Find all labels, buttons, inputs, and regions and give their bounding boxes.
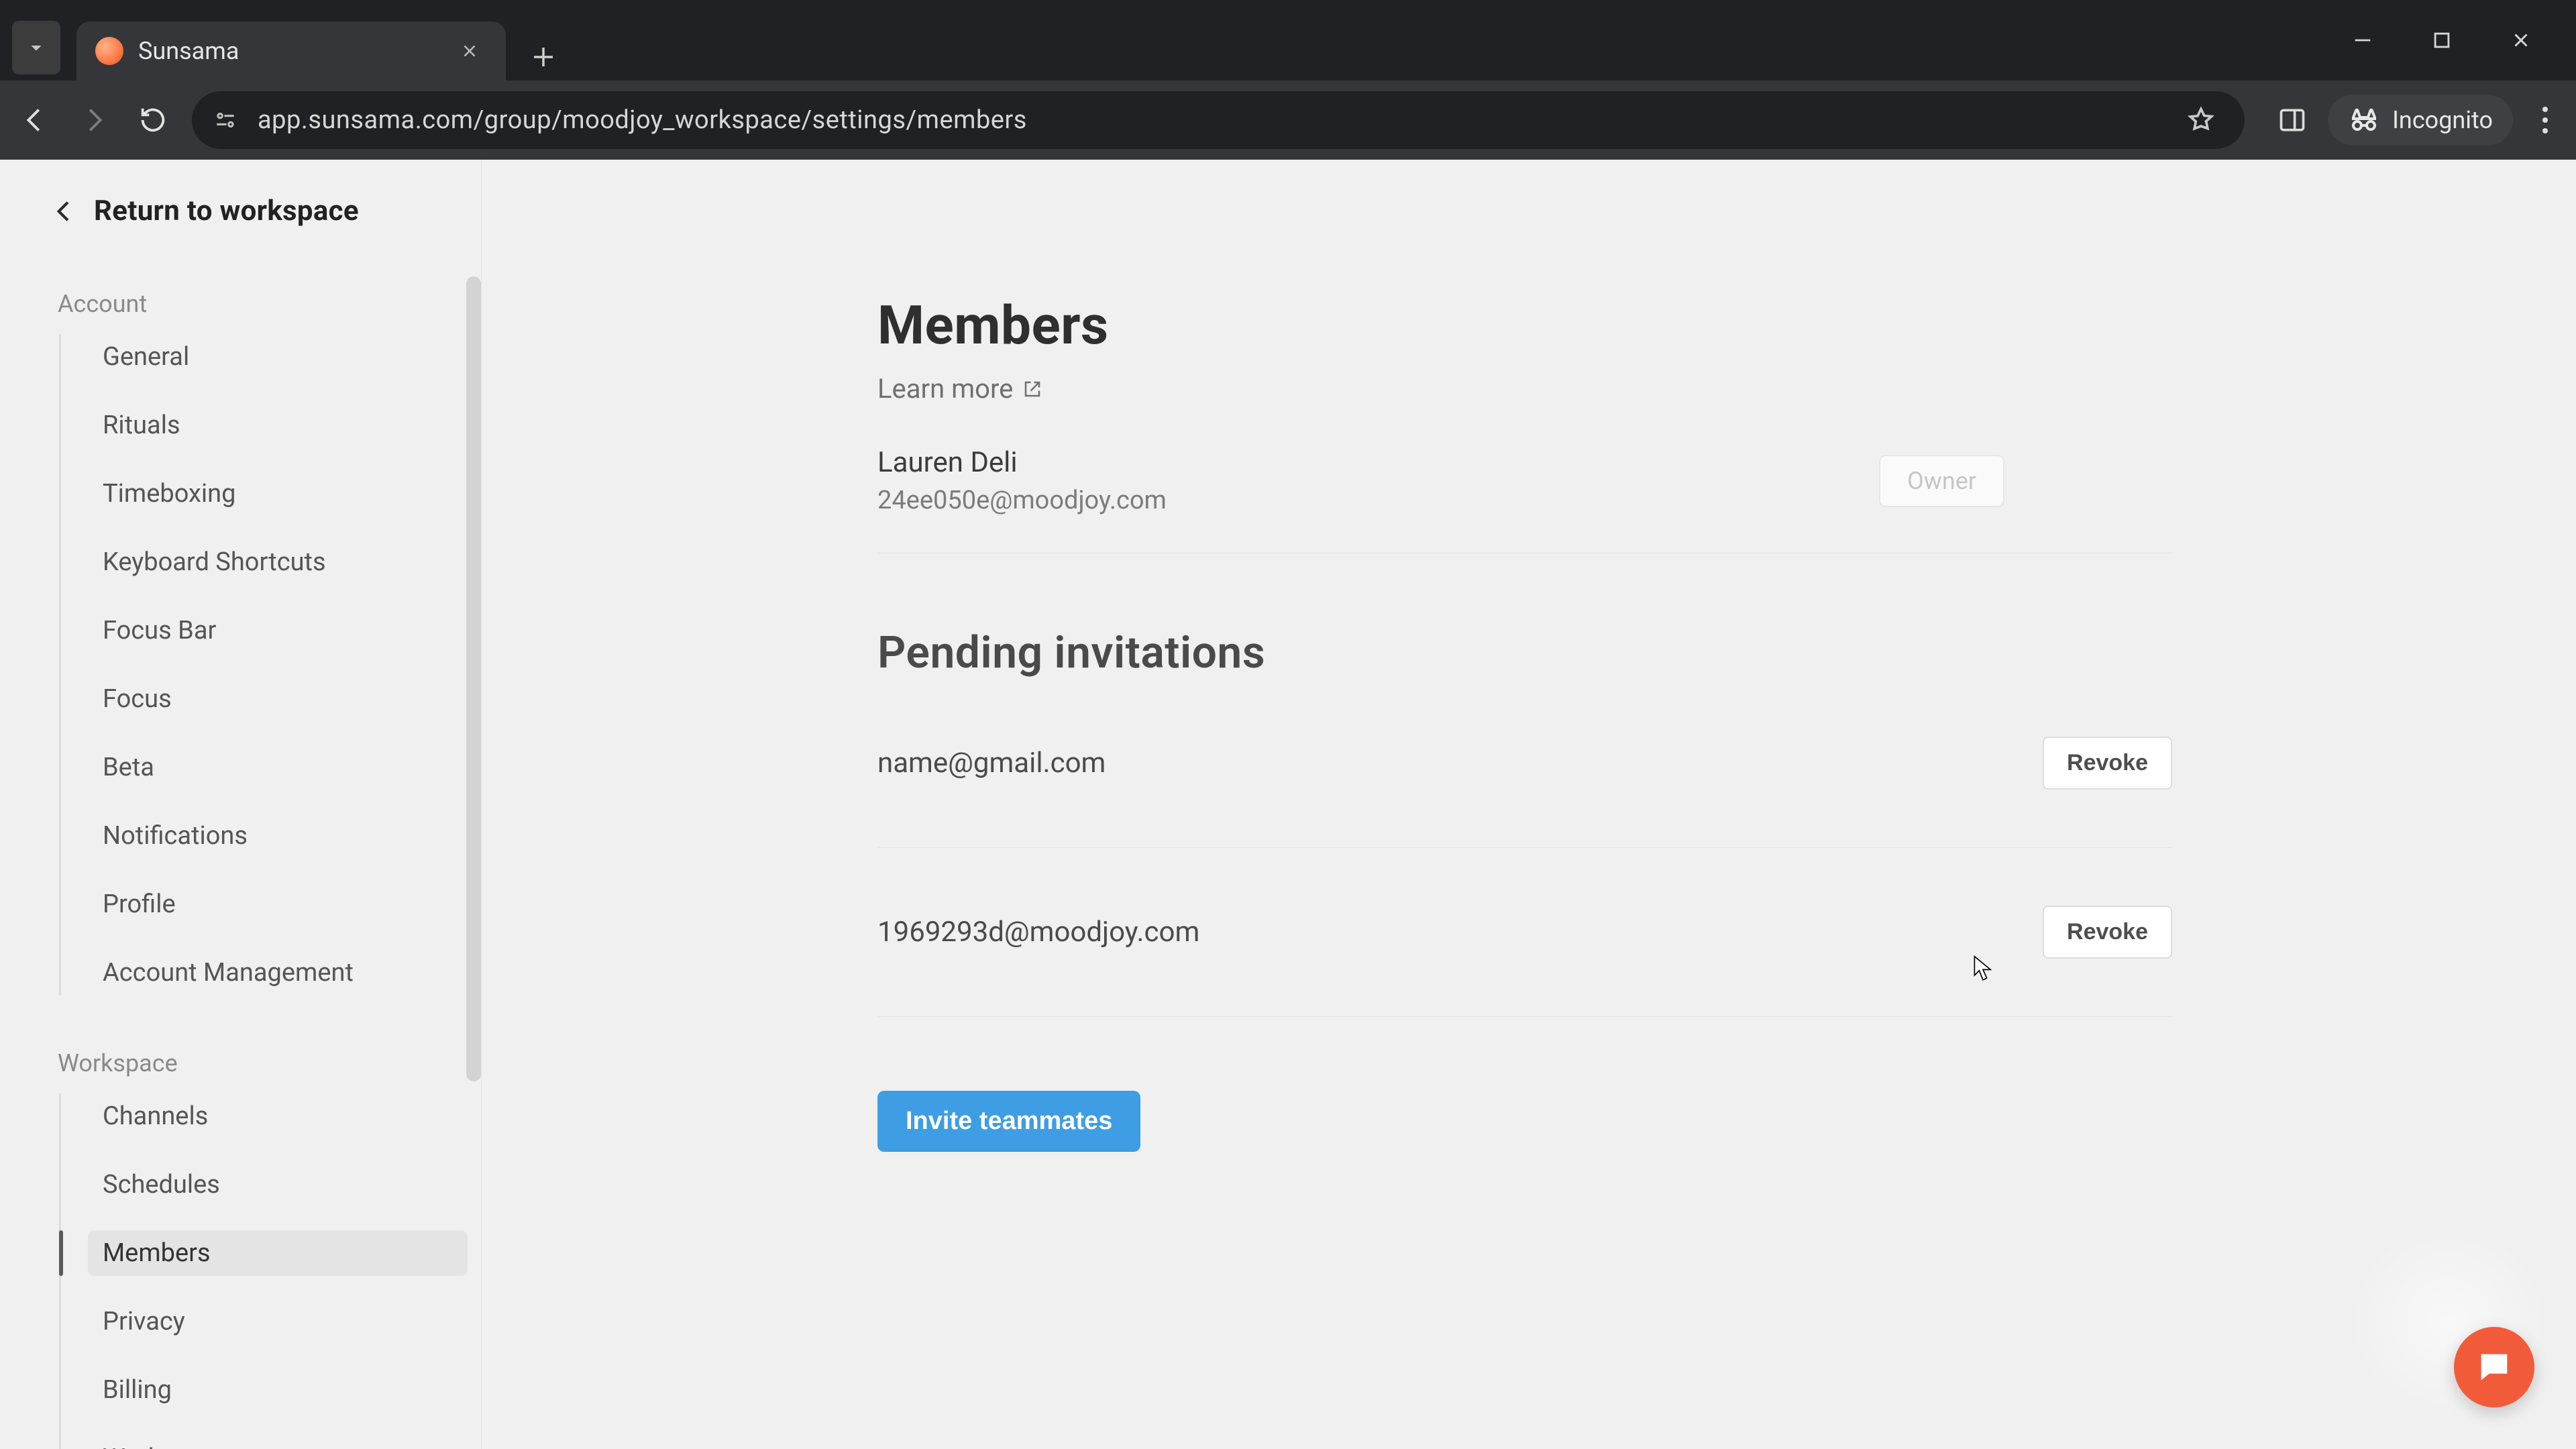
- sidebar-scroll-thumb[interactable]: [466, 276, 481, 1081]
- intercom-chat-button[interactable]: [2454, 1327, 2534, 1407]
- learn-more-link[interactable]: Learn more: [877, 373, 2172, 405]
- sidebar-item-channels[interactable]: Channels: [88, 1093, 468, 1139]
- browser-toolbar: app.sunsama.com/group/moodjoy_workspace/…: [0, 80, 2576, 160]
- new-tab-button[interactable]: [526, 40, 561, 74]
- mouse-cursor-icon: [1974, 955, 1992, 982]
- browser-titlebar: Sunsama: [0, 0, 2576, 80]
- nav-back-icon[interactable]: [15, 100, 55, 140]
- pending-title: Pending invitations: [877, 627, 2172, 679]
- sidebar-item-rituals[interactable]: Rituals: [88, 402, 468, 448]
- pending-row: 1969293d@moodjoy.com Revoke: [877, 848, 2172, 1017]
- address-bar[interactable]: app.sunsama.com/group/moodjoy_workspace/…: [192, 91, 2245, 149]
- window-maximize-icon[interactable]: [2426, 24, 2458, 56]
- nav-forward-icon[interactable]: [74, 100, 114, 140]
- url-text: app.sunsama.com/group/moodjoy_workspace/…: [258, 105, 1027, 135]
- sidebar-scrollbar[interactable]: [465, 276, 481, 1189]
- sidebar-item-members[interactable]: Members: [88, 1230, 468, 1276]
- return-to-workspace-link[interactable]: Return to workspace: [0, 160, 481, 260]
- browser-menu-icon[interactable]: [2529, 104, 2561, 136]
- sidebar-item-focus[interactable]: Focus: [88, 676, 468, 722]
- sidebar-item-general[interactable]: General: [88, 334, 468, 380]
- member-row: Lauren Deli 24ee050e@moodjoy.com Owner: [877, 405, 2172, 553]
- settings-sidebar: Return to workspace Account General Ritu…: [0, 160, 482, 1449]
- window-close-icon[interactable]: [2505, 24, 2537, 56]
- nav-reload-icon[interactable]: [133, 100, 173, 140]
- sidebar-item-billing[interactable]: Billing: [88, 1367, 468, 1413]
- sidebar-item-profile[interactable]: Profile: [88, 881, 468, 927]
- tab-search-dropdown[interactable]: [12, 21, 60, 74]
- pending-email: name@gmail.com: [877, 747, 1106, 780]
- page-title: Members: [877, 294, 2172, 357]
- incognito-label: Incognito: [2392, 106, 2493, 134]
- sidebar-item-focus-bar[interactable]: Focus Bar: [88, 608, 468, 653]
- learn-more-label: Learn more: [877, 373, 1013, 405]
- tab-title: Sunsama: [138, 37, 443, 65]
- sidebar-item-timeboxing[interactable]: Timeboxing: [88, 471, 468, 517]
- browser-tab[interactable]: Sunsama: [76, 21, 506, 80]
- member-email: 24ee050e@moodjoy.com: [877, 486, 1167, 515]
- sidebar-item-notifications[interactable]: Notifications: [88, 813, 468, 859]
- revoke-button[interactable]: Revoke: [2043, 737, 2172, 790]
- sidebar-item-schedules[interactable]: Schedules: [88, 1162, 468, 1208]
- return-label: Return to workspace: [94, 195, 359, 227]
- sidebar-item-privacy[interactable]: Privacy: [88, 1299, 468, 1344]
- window-controls: [2347, 0, 2564, 80]
- nav-group-account: General Rituals Timeboxing Keyboard Shor…: [59, 334, 468, 996]
- window-minimize-icon[interactable]: [2347, 24, 2379, 56]
- tab-strip: Sunsama: [0, 0, 561, 80]
- section-title-account: Account: [58, 290, 468, 318]
- page-viewport: Return to workspace Account General Ritu…: [0, 160, 2576, 1449]
- pending-row: name@gmail.com Revoke: [877, 679, 2172, 848]
- sidebar-item-workspace[interactable]: Workspace: [88, 1436, 468, 1449]
- sidebar-scroll[interactable]: Account General Rituals Timeboxing Keybo…: [0, 276, 468, 1449]
- external-link-icon: [1022, 379, 1042, 399]
- toolbar-right: Incognito: [2273, 95, 2561, 146]
- revoke-button[interactable]: Revoke: [2043, 906, 2172, 959]
- role-badge: Owner: [1879, 455, 2004, 507]
- settings-content: Members Learn more Lauren Deli 24ee050e@…: [482, 160, 2576, 1449]
- section-title-workspace: Workspace: [58, 1049, 468, 1077]
- site-settings-icon[interactable]: [209, 104, 241, 136]
- side-panel-icon[interactable]: [2273, 101, 2312, 140]
- sunsama-favicon: [95, 37, 123, 65]
- bookmark-star-icon[interactable]: [2184, 103, 2218, 137]
- close-tab-icon[interactable]: [458, 39, 482, 63]
- sidebar-item-beta[interactable]: Beta: [88, 745, 468, 790]
- invite-teammates-button[interactable]: Invite teammates: [877, 1091, 1140, 1152]
- incognito-chip[interactable]: Incognito: [2328, 95, 2513, 146]
- nav-group-workspace: Channels Schedules Members Privacy Billi…: [59, 1093, 468, 1449]
- pending-email: 1969293d@moodjoy.com: [877, 916, 1199, 949]
- sidebar-item-keyboard-shortcuts[interactable]: Keyboard Shortcuts: [88, 539, 468, 585]
- sidebar-item-account-management[interactable]: Account Management: [88, 950, 468, 996]
- member-name: Lauren Deli: [877, 446, 1167, 479]
